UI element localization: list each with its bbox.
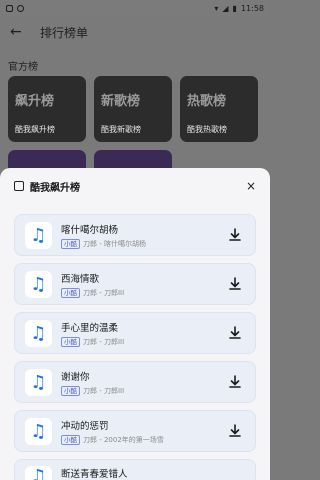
- list-item[interactable]: ♫ 谢谢你 小酷 刀郎 - 刀郎III: [14, 361, 256, 403]
- card-subtitle: 酷我热歌榜: [187, 125, 227, 134]
- download-icon[interactable]: [227, 325, 243, 341]
- notification-icon: [6, 4, 13, 12]
- card-subtitle: 酷我飙升榜: [15, 125, 55, 134]
- sheet-header: 酷我飙升榜 ×: [0, 168, 270, 204]
- music-note-icon: ♫: [25, 221, 52, 249]
- chart-cards: 飙升榜 酷我飙升榜 新歌榜 酷我新歌榜 热歌榜 酷我热歌榜: [8, 76, 258, 142]
- download-icon[interactable]: [227, 227, 243, 243]
- quality-badge: 小酷: [61, 434, 80, 445]
- close-icon[interactable]: ×: [246, 179, 256, 193]
- download-icon[interactable]: [227, 423, 243, 439]
- app-header: ← 排行榜单: [0, 16, 270, 48]
- sync-icon: [17, 4, 24, 12]
- music-note-icon: ♫: [25, 270, 52, 298]
- chart-card[interactable]: 新歌榜 酷我新歌榜: [94, 76, 172, 142]
- list-item[interactable]: ♫ 冲动的惩罚 小酷 刀郎 - 2002年的第一场雪: [14, 410, 256, 452]
- card-title: 飙升榜: [15, 94, 55, 109]
- list-item[interactable]: ♫ 喀什噶尔胡杨 小酷 刀郎 - 喀什噶尔胡杨: [14, 214, 256, 256]
- song-list: ♫ 喀什噶尔胡杨 小酷 刀郎 - 喀什噶尔胡杨 ♫ 西海情歌 小酷 刀郎 - 刀郎I…: [14, 214, 256, 480]
- list-item[interactable]: ♫ 断送青春爱错人: [14, 459, 256, 480]
- status-time: 11:58: [240, 3, 264, 13]
- music-note-icon: ♫: [25, 466, 52, 480]
- card-title: 新歌榜: [101, 94, 141, 109]
- music-note-icon: ♫: [25, 417, 52, 445]
- song-name: 手心里的温柔: [61, 322, 119, 334]
- song-name: 谢谢你: [61, 371, 90, 383]
- song-name: 西海情歌: [61, 273, 100, 285]
- download-icon[interactable]: [227, 276, 243, 292]
- quality-badge: 小酷: [61, 385, 80, 396]
- artist-text: 刀郎 - 刀郎III: [83, 337, 125, 346]
- download-icon[interactable]: [227, 374, 243, 390]
- artist-text: 刀郎 - 喀什噶尔胡杨: [83, 239, 146, 248]
- arrow-left-icon[interactable]: ←: [10, 24, 32, 40]
- song-name: 喀什噶尔胡杨: [61, 224, 119, 236]
- signal-icon: ◢: [222, 3, 229, 13]
- chart-card[interactable]: 热歌榜 酷我热歌榜: [180, 76, 258, 142]
- music-note-icon: ♫: [25, 319, 52, 347]
- playlist-icon: [14, 181, 24, 191]
- card-subtitle: 酷我新歌榜: [101, 125, 141, 134]
- quality-badge: 小酷: [61, 238, 80, 249]
- status-bar: ▾ ◢ ▮ 11:58: [0, 0, 270, 16]
- chart-card[interactable]: 飙升榜 酷我飙升榜: [8, 76, 86, 142]
- list-item[interactable]: ♫ 手心里的温柔 小酷 刀郎 - 刀郎III: [14, 312, 256, 354]
- quality-badge: 小酷: [61, 287, 80, 298]
- list-item[interactable]: ♫ 西海情歌 小酷 刀郎 - 刀郎III: [14, 263, 256, 305]
- section-label: 官方榜: [8, 62, 38, 73]
- quality-badge: 小酷: [61, 336, 80, 347]
- artist-text: 刀郎 - 刀郎III: [83, 386, 125, 395]
- artist-text: 刀郎 - 刀郎III: [83, 288, 125, 297]
- battery-icon: ▮: [232, 3, 237, 13]
- page-title: 排行榜单: [40, 25, 89, 40]
- sheet-title: 酷我飙升榜: [30, 182, 80, 194]
- song-name: 冲动的惩罚: [61, 420, 109, 432]
- bottom-sheet: 酷我飙升榜 × ♫ 喀什噶尔胡杨 小酷 刀郎 - 喀什噶尔胡杨 ♫ 西海情歌 小酷…: [0, 168, 270, 480]
- song-name: 断送青春爱错人: [61, 469, 128, 480]
- music-note-icon: ♫: [25, 368, 52, 396]
- card-title: 热歌榜: [187, 94, 227, 109]
- artist-text: 刀郎 - 2002年的第一场雪: [83, 435, 164, 444]
- wifi-icon: ▾: [214, 3, 219, 13]
